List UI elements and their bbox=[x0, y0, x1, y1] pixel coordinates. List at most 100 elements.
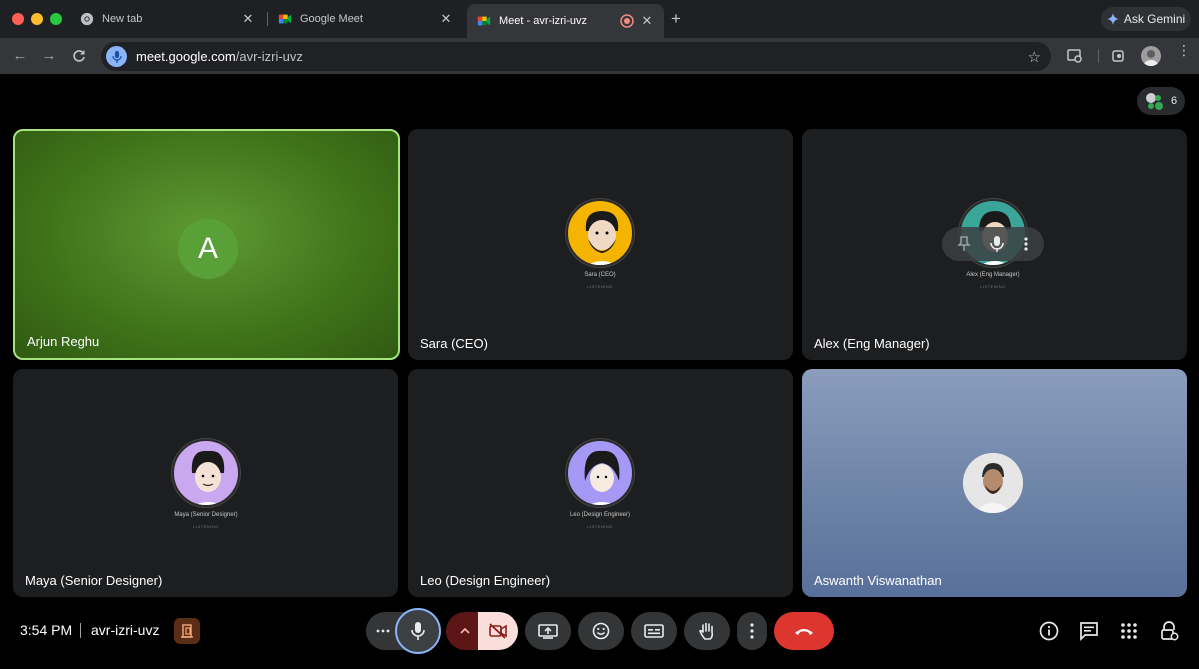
gemini-sparkle-icon bbox=[1106, 13, 1119, 25]
more-options-icon[interactable] bbox=[1023, 236, 1029, 252]
avatar-status: LISTENING bbox=[193, 524, 219, 529]
participant-name: Sara (CEO) bbox=[420, 336, 488, 351]
reload-icon bbox=[73, 50, 85, 62]
close-tab-icon[interactable]: ✕ bbox=[439, 11, 453, 27]
browser-toolbar: ← → meet.google.com/avr-izri-uvz ☆ ⋮ bbox=[0, 38, 1199, 74]
meeting-code: avr-izri-uvz bbox=[91, 622, 160, 638]
cartoon-avatar-icon bbox=[585, 211, 619, 265]
browser-menu-button[interactable]: ⋮ bbox=[1177, 43, 1191, 57]
close-tab-icon[interactable]: ✕ bbox=[640, 13, 654, 29]
url-path: /avr-izri-uvz bbox=[235, 49, 303, 64]
browser-tab-bar: New tab ✕ Google Meet ✕ Meet - avr-izri-… bbox=[0, 0, 1199, 38]
microphone-icon bbox=[411, 622, 425, 640]
tab-title: Google Meet bbox=[300, 13, 363, 25]
closed-captions-icon bbox=[644, 624, 664, 638]
participants-avatars-icon bbox=[1145, 93, 1163, 110]
avatar-caption: Sara (CEO) bbox=[584, 272, 616, 278]
tab-meet-call[interactable]: Meet - avr-izri-uvz ✕ bbox=[467, 4, 664, 38]
microphone-toggle-button[interactable] bbox=[395, 608, 441, 654]
cartoon-avatar-icon bbox=[191, 450, 225, 505]
end-call-icon bbox=[795, 629, 813, 635]
avatar-status: LISTENING bbox=[980, 284, 1006, 289]
new-tab-button[interactable]: + bbox=[671, 10, 681, 28]
extensions-icon[interactable] bbox=[1110, 47, 1128, 65]
address-bar[interactable]: meet.google.com/avr-izri-uvz ☆ bbox=[101, 42, 1051, 71]
maximize-window-button[interactable] bbox=[50, 13, 62, 25]
avatar-caption: Alex (Eng Manager) bbox=[966, 272, 1020, 278]
avatar bbox=[566, 439, 634, 507]
present-screen-button[interactable] bbox=[525, 612, 571, 650]
participant-tile-aswanth[interactable]: Aswanth Viswanathan bbox=[802, 369, 1187, 597]
avatar bbox=[172, 439, 240, 507]
door-icon bbox=[181, 624, 193, 638]
avatar-status: LISTENING bbox=[587, 524, 613, 529]
avatar bbox=[566, 199, 634, 267]
mute-participant-icon[interactable] bbox=[990, 235, 1004, 253]
avatar-status: LISTENING bbox=[587, 284, 613, 289]
profile-photo-icon bbox=[1144, 50, 1158, 66]
chrome-icon bbox=[80, 12, 94, 26]
ask-gemini-button[interactable]: Ask Gemini bbox=[1101, 7, 1191, 31]
media-controls-icon[interactable] bbox=[1066, 47, 1084, 65]
profile-photo-icon bbox=[963, 453, 1023, 513]
footer-divider bbox=[80, 623, 81, 638]
minimize-window-button[interactable] bbox=[31, 13, 43, 25]
pin-icon[interactable] bbox=[957, 236, 972, 252]
participants-count-chip[interactable]: 6 bbox=[1137, 87, 1185, 115]
breakout-door-button[interactable] bbox=[174, 618, 200, 644]
participant-name: Maya (Senior Designer) bbox=[25, 573, 163, 588]
leave-call-button[interactable] bbox=[774, 612, 834, 650]
present-screen-icon bbox=[538, 624, 558, 639]
profile-avatar[interactable] bbox=[1141, 46, 1161, 66]
participant-name: Arjun Reghu bbox=[27, 334, 100, 349]
emoji-icon bbox=[592, 622, 610, 640]
cartoon-avatar-icon bbox=[584, 450, 620, 505]
bookmark-star-icon[interactable]: ☆ bbox=[1028, 48, 1041, 66]
raise-hand-button[interactable] bbox=[684, 612, 730, 650]
participant-tile-arjun[interactable]: A Arjun Reghu bbox=[13, 129, 400, 360]
participant-tile-sara[interactable]: Sara (CEO) LISTENING Sara (CEO) bbox=[408, 129, 793, 360]
forward-button[interactable]: → bbox=[39, 46, 59, 66]
camera-toggle-button[interactable] bbox=[478, 612, 518, 650]
chat-icon[interactable] bbox=[1078, 620, 1100, 642]
participant-tile-maya[interactable]: Maya (Senior Designer) LISTENING Maya (S… bbox=[13, 369, 398, 597]
chevron-up-icon bbox=[460, 628, 470, 634]
participants-count: 6 bbox=[1170, 95, 1178, 107]
avatar bbox=[963, 453, 1023, 513]
reload-button[interactable] bbox=[69, 46, 89, 66]
recording-icon bbox=[620, 14, 634, 28]
ask-gemini-label: Ask Gemini bbox=[1123, 12, 1186, 26]
participant-tile-leo[interactable]: Leo (Design Engineer) LISTENING Leo (Des… bbox=[408, 369, 793, 597]
tab-title: Meet - avr-izri-uvz bbox=[499, 15, 588, 27]
more-horizontal-icon bbox=[376, 629, 390, 633]
avatar-caption: Maya (Senior Designer) bbox=[174, 512, 238, 518]
participant-tile-alex[interactable]: Alex (Eng Manager) LISTENING Alex (Eng M… bbox=[802, 129, 1187, 360]
captions-button[interactable] bbox=[631, 612, 677, 650]
raise-hand-icon bbox=[699, 622, 714, 640]
tab-google-meet[interactable]: Google Meet ✕ bbox=[268, 4, 463, 34]
avatar-caption: Leo (Design Engineer) bbox=[569, 512, 631, 518]
microphone-icon bbox=[111, 50, 122, 63]
google-meet-icon bbox=[278, 14, 292, 24]
participant-name: Aswanth Viswanathan bbox=[814, 573, 942, 588]
meet-stage: 6 A Arjun Reghu Sara (CEO) LISTENING Sar… bbox=[0, 74, 1199, 669]
close-window-button[interactable] bbox=[12, 13, 24, 25]
back-button[interactable]: ← bbox=[10, 46, 30, 66]
participant-name: Alex (Eng Manager) bbox=[814, 336, 930, 351]
host-controls-lock-icon[interactable] bbox=[1158, 620, 1180, 642]
meeting-time: 3:54 PM bbox=[20, 622, 73, 638]
activities-grid-icon[interactable] bbox=[1118, 620, 1140, 642]
participant-name: Leo (Design Engineer) bbox=[420, 573, 551, 588]
avatar: A bbox=[178, 219, 238, 279]
tab-new-tab[interactable]: New tab ✕ bbox=[70, 4, 265, 34]
reactions-button[interactable] bbox=[578, 612, 624, 650]
more-vertical-icon bbox=[750, 623, 754, 639]
google-meet-icon bbox=[477, 16, 491, 26]
more-options-button[interactable] bbox=[737, 612, 767, 650]
meeting-info-icon[interactable] bbox=[1038, 620, 1060, 642]
site-mic-indicator[interactable] bbox=[106, 46, 127, 67]
tab-title: New tab bbox=[102, 13, 143, 25]
tile-hover-controls bbox=[942, 227, 1044, 261]
url-host: meet.google.com bbox=[136, 49, 236, 64]
close-tab-icon[interactable]: ✕ bbox=[241, 11, 255, 27]
